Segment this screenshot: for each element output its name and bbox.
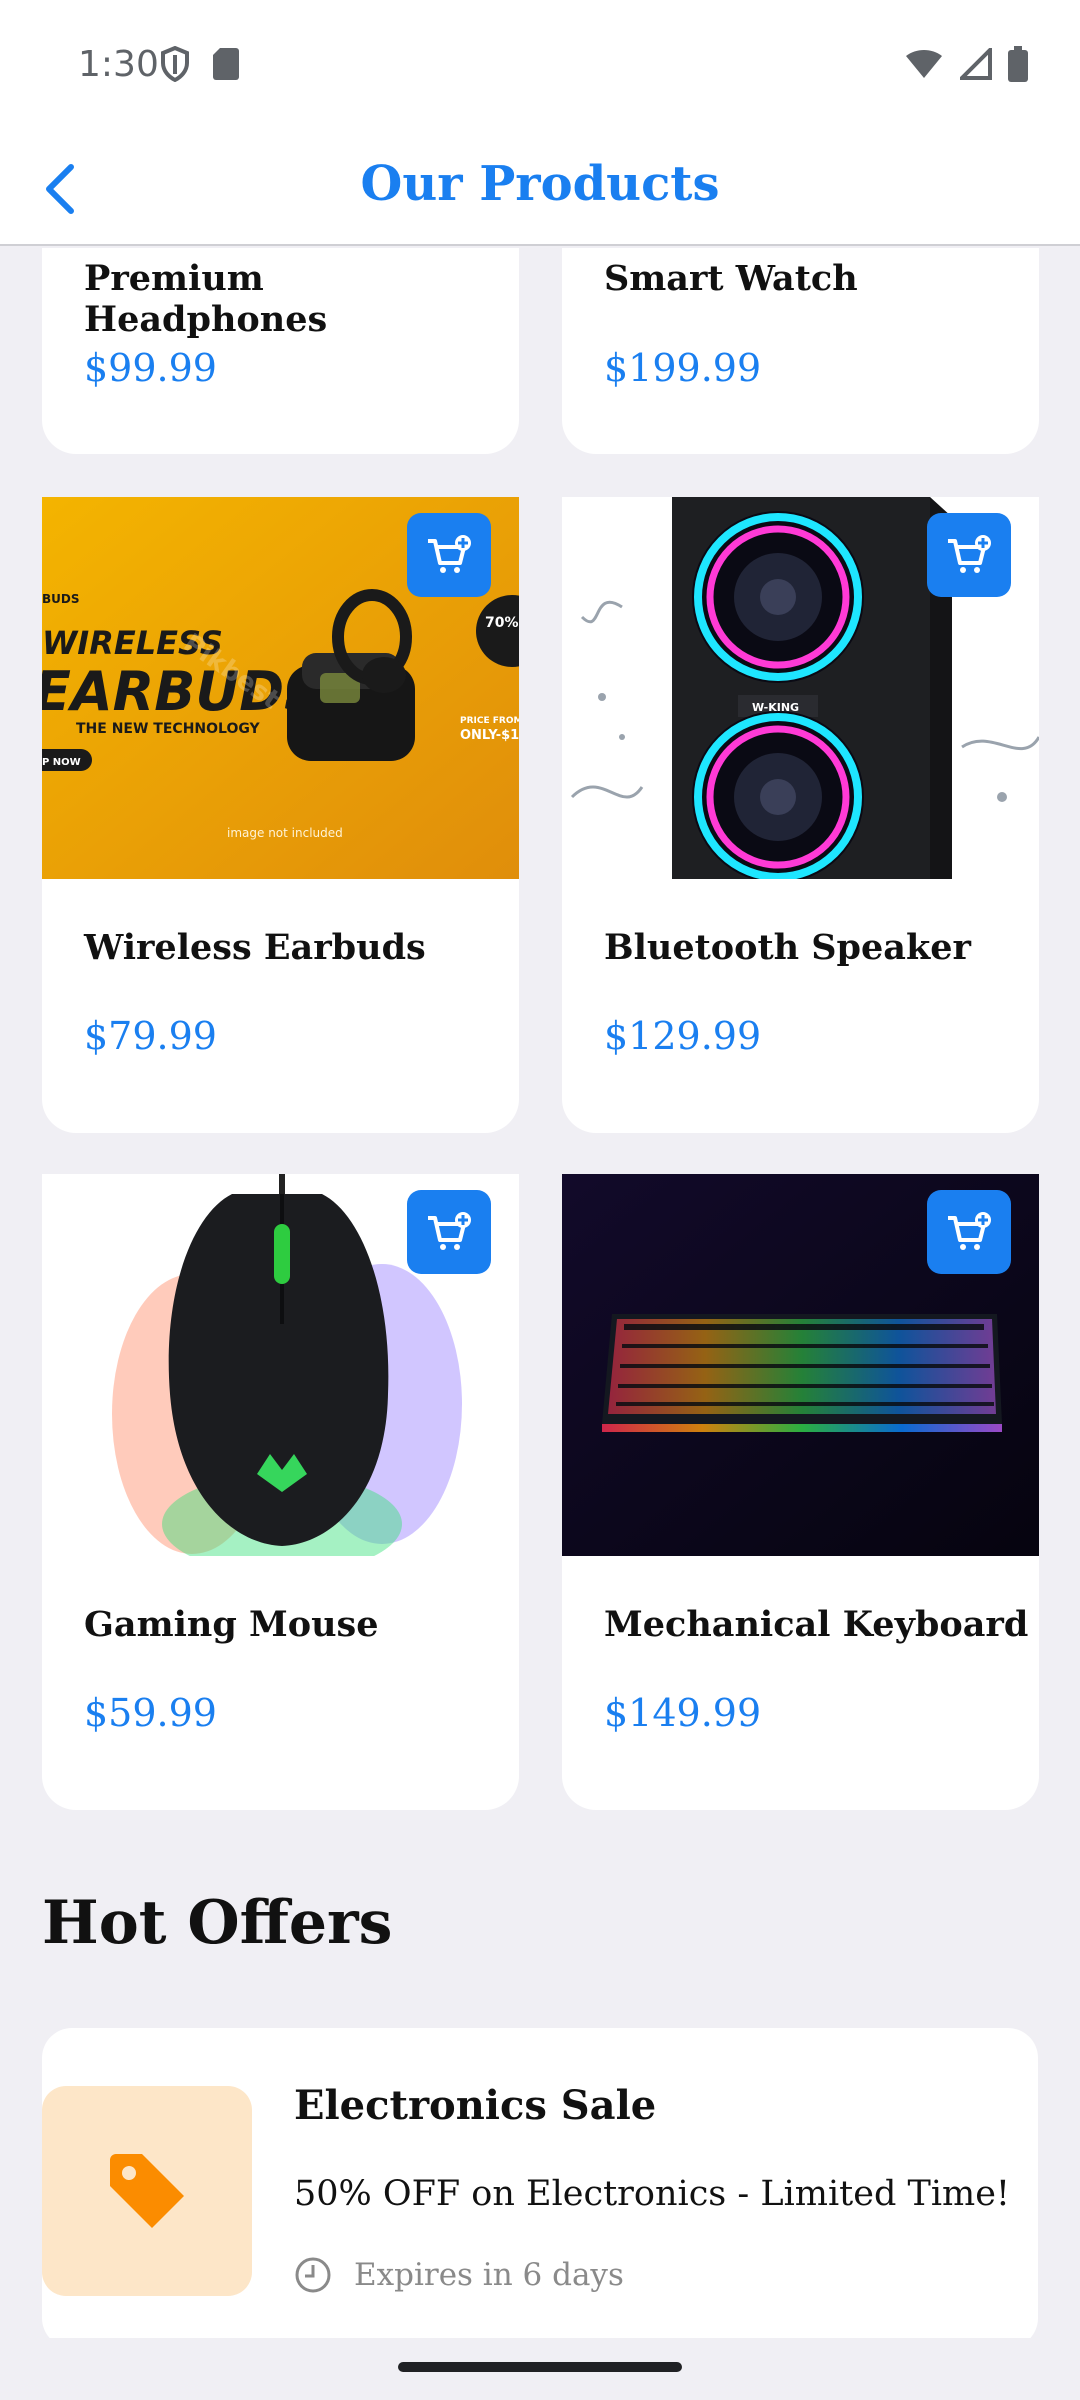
earbuds-cta: P NOW bbox=[42, 757, 81, 768]
sd-card-icon bbox=[213, 48, 239, 80]
status-bar: 1:30 bbox=[0, 0, 1080, 132]
product-price: $199.99 bbox=[604, 346, 762, 390]
earbuds-brand: BUDS bbox=[42, 592, 80, 606]
product-name: Premium Headphones bbox=[84, 258, 328, 340]
add-to-cart-button[interactable] bbox=[407, 513, 491, 597]
battery-icon bbox=[1008, 46, 1028, 82]
product-name: Mechanical Keyboard bbox=[604, 1604, 1029, 1645]
cart-plus-icon bbox=[428, 1212, 471, 1250]
app-bar: Our Products bbox=[0, 132, 1080, 246]
offer-card[interactable]: Electronics Sale 50% OFF on Electronics … bbox=[42, 2028, 1038, 2338]
earbuds-price-only: ONLY-$150 bbox=[460, 728, 519, 743]
product-price: $99.99 bbox=[84, 346, 217, 390]
cart-plus-icon bbox=[948, 535, 991, 573]
offer-icon-box bbox=[42, 2086, 252, 2296]
product-card-wireless-earbuds[interactable]: BUDS WIRELESS EARBUDS THE NEW TECHNOLOGY… bbox=[42, 497, 519, 1133]
product-card-gaming-mouse[interactable]: Gaming Mouse $59.99 bbox=[42, 1174, 519, 1810]
page-title: Our Products bbox=[360, 156, 720, 212]
signal-icon bbox=[960, 48, 992, 80]
product-name: Gaming Mouse bbox=[84, 1604, 379, 1645]
earbuds-price-from: PRICE FROM bbox=[460, 716, 519, 726]
wifi-icon bbox=[906, 50, 942, 78]
product-name: Bluetooth Speaker bbox=[604, 927, 971, 968]
product-price: $59.99 bbox=[84, 1691, 217, 1735]
add-to-cart-button[interactable] bbox=[407, 1190, 491, 1274]
product-card-mechanical-keyboard[interactable]: Mechanical Keyboard $149.99 bbox=[562, 1174, 1039, 1810]
products-scroll-area[interactable]: Premium Headphones $99.99 Smart Watch $1… bbox=[0, 248, 1080, 2338]
add-to-cart-button[interactable] bbox=[927, 1190, 1011, 1274]
product-name: Smart Watch bbox=[604, 258, 858, 299]
product-price: $129.99 bbox=[604, 1014, 762, 1058]
earbuds-badge: 70% OFF bbox=[485, 615, 519, 631]
earbuds-note: image not included bbox=[227, 826, 343, 840]
product-card-premium-headphones[interactable]: Premium Headphones $99.99 bbox=[42, 248, 519, 454]
product-card-bluetooth-speaker[interactable]: W-KING Bluetooth Speaker $129.99 bbox=[562, 497, 1039, 1133]
product-card-smart-watch[interactable]: Smart Watch $199.99 bbox=[562, 248, 1039, 454]
cart-plus-icon bbox=[428, 535, 471, 573]
offer-expiry: Expires in 6 days bbox=[294, 2256, 624, 2294]
hot-offers-title: Hot Offers bbox=[42, 1888, 393, 1958]
offer-title: Electronics Sale bbox=[294, 2082, 657, 2129]
offer-expiry-text: Expires in 6 days bbox=[354, 2257, 624, 2293]
earbuds-tagline: THE NEW TECHNOLOGY bbox=[76, 721, 261, 737]
add-to-cart-button[interactable] bbox=[927, 513, 1011, 597]
offer-description: 50% OFF on Electronics - Limited Time! bbox=[294, 2174, 1010, 2214]
cart-plus-icon bbox=[948, 1212, 991, 1250]
product-price: $149.99 bbox=[604, 1691, 762, 1735]
tag-icon bbox=[110, 2154, 184, 2228]
product-name: Wireless Earbuds bbox=[84, 927, 426, 968]
shield-icon bbox=[161, 46, 189, 82]
clock-icon bbox=[295, 2257, 331, 2293]
product-price: $79.99 bbox=[84, 1014, 217, 1058]
home-indicator[interactable] bbox=[398, 2362, 682, 2372]
status-time: 1:30 bbox=[78, 44, 159, 85]
